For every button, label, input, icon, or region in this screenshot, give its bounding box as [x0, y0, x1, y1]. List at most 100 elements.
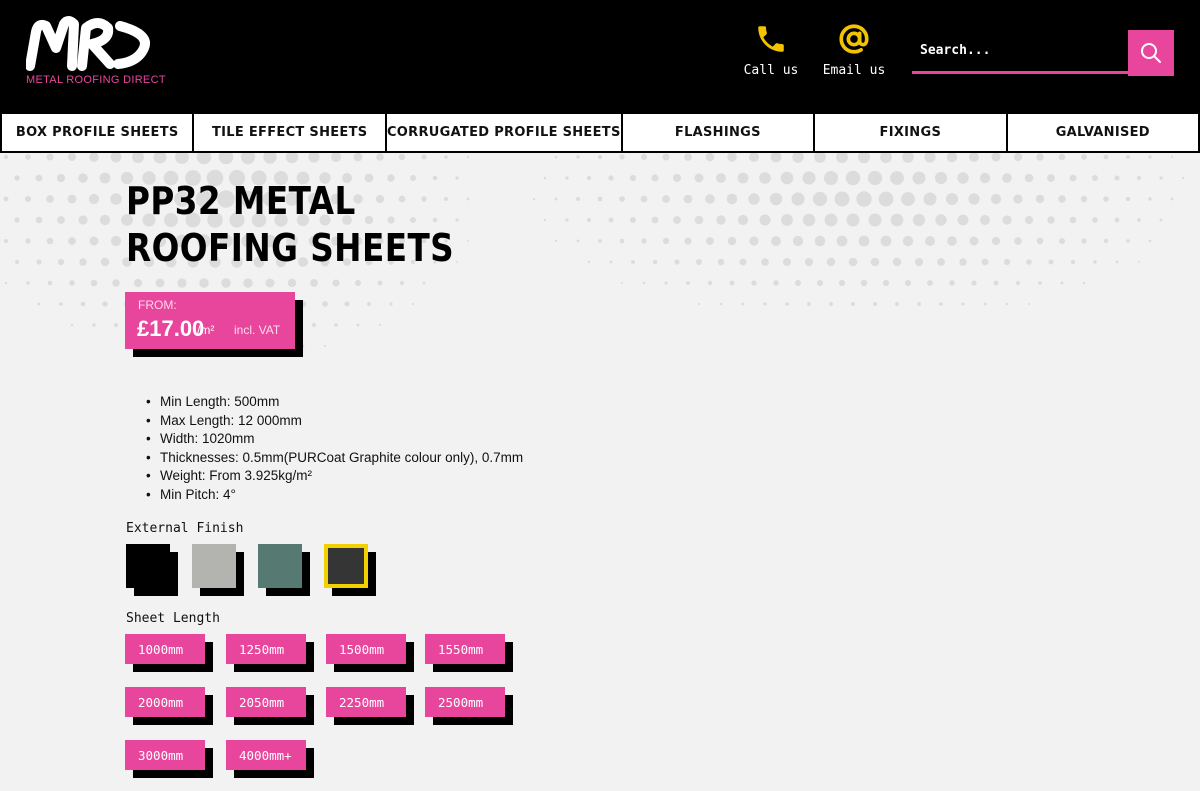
decorative-dot — [838, 279, 846, 287]
decorative-dot — [802, 213, 816, 227]
call-us-link[interactable]: Call us — [731, 22, 811, 78]
decorative-dot — [175, 153, 189, 164]
decorative-dot — [630, 217, 636, 223]
decorative-dot — [880, 235, 892, 247]
decorative-dot — [133, 278, 143, 288]
decorative-dot — [308, 153, 320, 163]
nav-corrugated-profile-sheets[interactable]: CORRUGATED PROFILE SHEETS — [386, 114, 621, 151]
length-option-2050[interactable]: 2050mm — [226, 687, 306, 717]
decorative-dot — [1038, 281, 1042, 285]
decorative-dot — [662, 195, 670, 203]
decorative-dot — [901, 192, 915, 206]
decorative-dot — [1059, 238, 1065, 244]
decorative-dot — [56, 173, 66, 183]
decorative-dot — [771, 236, 781, 246]
search-button[interactable] — [1128, 30, 1174, 76]
decorative-dot — [1126, 155, 1130, 159]
search-input[interactable] — [912, 30, 1128, 74]
decorative-dot — [621, 282, 623, 284]
decorative-dot — [543, 176, 547, 180]
decorative-dot — [816, 279, 824, 287]
decorative-dot — [696, 259, 702, 265]
decorative-dot — [1069, 174, 1077, 182]
decorative-dot — [4, 281, 8, 285]
decorative-dot — [102, 301, 108, 307]
decorative-dot — [781, 214, 793, 226]
decorative-dot — [565, 218, 569, 222]
price-vat-label: incl. VAT — [234, 323, 281, 337]
decorative-dot — [870, 257, 880, 267]
price-amount: £17.00 — [137, 316, 205, 341]
decorative-dot — [902, 235, 914, 247]
decorative-dot — [892, 257, 902, 267]
decorative-dot — [792, 235, 804, 247]
nav-galvanised[interactable]: GALVANISED — [1007, 114, 1199, 151]
decorative-dot — [67, 153, 77, 162]
decorative-dot — [882, 279, 890, 287]
decorative-dot — [1058, 153, 1066, 161]
search-icon — [1141, 43, 1161, 63]
decorative-dot — [1069, 216, 1077, 224]
nav-flashings[interactable]: FLASHINGS — [622, 114, 814, 151]
price-from-label: FROM: — [138, 298, 177, 312]
decorative-dot — [411, 302, 415, 306]
length-option-1500[interactable]: 1500mm — [326, 634, 406, 664]
finish-swatch-graphite[interactable] — [324, 544, 368, 588]
decorative-dot — [90, 279, 98, 287]
finish-swatch-green[interactable] — [258, 544, 302, 588]
spec-list: Min Length: 500mm Max Length: 12 000mm W… — [146, 393, 523, 504]
decorative-dot — [619, 154, 625, 160]
decorative-dot — [619, 196, 625, 202]
decorative-dot — [957, 172, 969, 184]
decorative-dot — [895, 302, 899, 306]
decorative-dot — [46, 153, 54, 161]
length-option-3000[interactable]: 3000mm — [125, 740, 205, 770]
spec-item: Weight: From 3.925kg/m² — [146, 467, 523, 486]
finish-swatch-grey[interactable] — [192, 544, 236, 588]
decorative-dot — [57, 258, 65, 266]
decorative-dot — [310, 279, 318, 287]
nav-box-profile-sheets[interactable]: BOX PROFILE SHEETS — [2, 114, 193, 151]
decorative-dot — [739, 258, 747, 266]
nav-fixings[interactable]: FIXINGS — [815, 114, 1006, 151]
length-option-4000-plus[interactable]: 4000mm+ — [226, 740, 306, 770]
decorative-dot — [100, 257, 110, 267]
decorative-dot — [199, 278, 209, 288]
decorative-dot — [25, 154, 31, 160]
decorative-dot — [971, 280, 977, 286]
site-header: METAL ROOFING DIRECT Call us Email us — [0, 0, 1200, 112]
length-option-2500[interactable]: 2500mm — [425, 687, 505, 717]
decorative-dot — [983, 302, 987, 306]
length-option-2000[interactable]: 2000mm — [125, 687, 205, 717]
decorative-dot — [761, 258, 769, 266]
decorative-dot — [400, 281, 404, 285]
decorative-dot — [1081, 238, 1087, 244]
decorative-dot — [1103, 154, 1109, 160]
email-us-link[interactable]: Email us — [814, 22, 894, 78]
finish-swatch-black[interactable] — [126, 544, 170, 588]
decorative-dot — [1125, 196, 1131, 202]
decorative-dot — [218, 153, 234, 165]
length-option-1000[interactable]: 1000mm — [125, 634, 205, 664]
decorative-dot — [814, 153, 826, 163]
decorative-dot — [466, 155, 470, 159]
decorative-dot — [769, 192, 783, 206]
decorative-dot — [845, 170, 861, 186]
decorative-dot — [26, 281, 30, 285]
logo[interactable]: METAL ROOFING DIRECT — [24, 14, 166, 94]
decorative-dot — [608, 217, 614, 223]
nav-tile-effect-sheets[interactable]: TILE EFFECT SHEETS — [194, 114, 385, 151]
decorative-dot — [802, 171, 816, 185]
length-option-1250[interactable]: 1250mm — [226, 634, 306, 664]
spec-item: Width: 1020mm — [146, 430, 523, 449]
decorative-dot — [949, 280, 955, 286]
decorative-dot — [923, 192, 937, 206]
length-option-1550[interactable]: 1550mm — [425, 634, 505, 664]
decorative-dot — [629, 174, 637, 182]
decorative-dot — [240, 153, 256, 165]
decorative-dot — [444, 155, 448, 159]
decorative-dot — [586, 175, 592, 181]
main-nav: BOX PROFILE SHEETS TILE EFFECT SHEETS CO… — [0, 112, 1200, 153]
decorative-dot — [1060, 281, 1064, 285]
length-option-2250[interactable]: 2250mm — [326, 687, 406, 717]
